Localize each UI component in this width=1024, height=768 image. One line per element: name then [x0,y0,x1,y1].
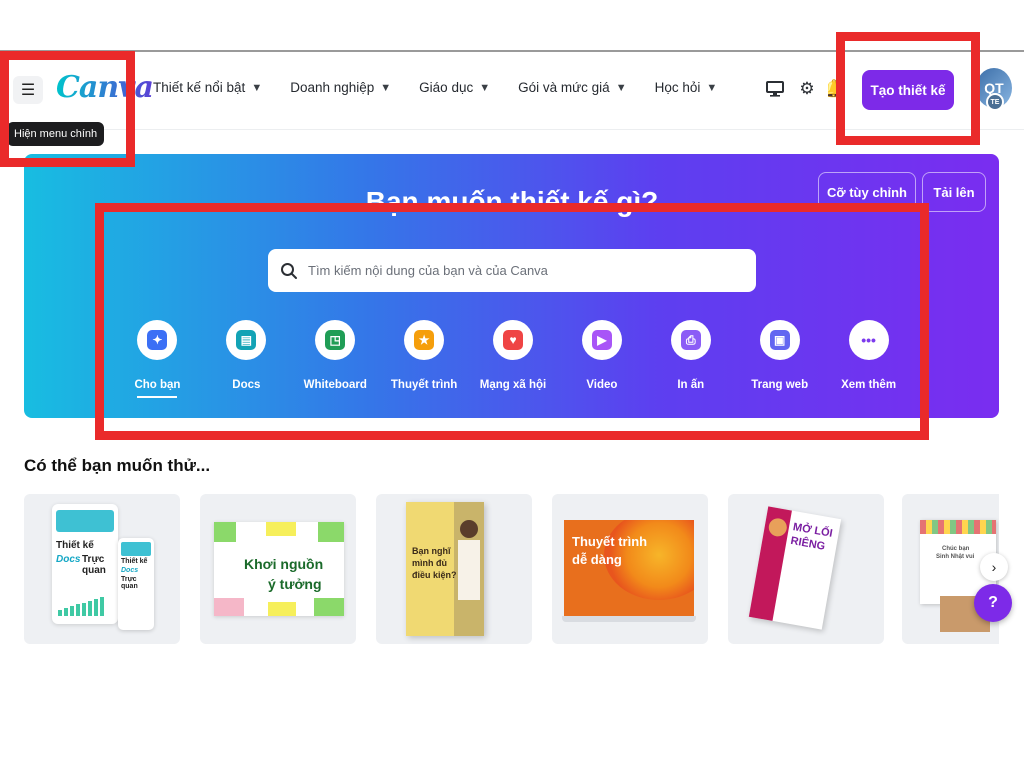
presentation-icon: ★ [414,330,435,350]
greeting-line: Sinh Nhật vui [936,554,975,560]
nav-learn[interactable]: Học hỏi ▼ [655,80,718,95]
help-button[interactable]: ? [974,584,1012,622]
doc-mobile: Thiết kế Docs Trực quan [118,538,154,630]
category-label: Mạng xã hội [479,379,547,391]
team-badge: TE [986,93,1004,111]
doc-line: Docs [56,554,81,565]
sparkle-icon: ✦ [147,330,168,350]
category-icon-circle: ▣ [759,320,800,360]
category-item[interactable]: ▶ Video [557,320,646,398]
nav-featured-designs[interactable]: Thiết kế nổi bật ▼ [153,80,262,95]
poster-line: điều kiện? [412,570,457,580]
presentation-slide: Thuyết trình dễ dàng [564,520,694,616]
nav-label: Học hỏi [654,80,701,95]
poster-line: Bạn nghĩ [412,546,451,556]
printer-icon: ⎙ [680,330,701,350]
category-label: In ấn [677,379,705,391]
chevron-down-icon: ▼ [251,81,263,94]
search-icon [281,262,297,279]
mobile-line: Trực quan [121,576,138,590]
whiteboard-line: Khơi nguồn [244,556,324,572]
highlight-menu-box [0,51,135,167]
whiteboard-sheet: Khơi nguồn ý tưởng [214,522,344,616]
mobile-line: Docs [121,567,139,574]
category-item[interactable]: ▣ Trang web [735,320,824,398]
upload-button[interactable]: Tải lên [922,172,986,212]
category-label: Whiteboard [303,379,367,391]
category-label: Video [586,379,618,391]
category-label: Thuyết trình [390,379,458,391]
category-icon-circle: ♥ [493,320,533,360]
suggestion-cards: Thiết kế Docs Trực quan Thiết kế Docs Tr… [24,494,999,646]
chevron-down-icon: ▼ [380,81,392,94]
category-icon-circle: ⎙ [670,320,711,360]
poster-line: mình đủ [412,558,447,568]
card-flyer[interactable]: MỞ LỐI RIÊNG [728,494,884,644]
greeting-line: Chúc bạn [942,546,970,552]
category-item[interactable]: ✦ Cho bạn [113,320,202,398]
heart-icon: ♥ [503,330,523,350]
suggestions-title: Có thể bạn muốn thử... [24,456,211,475]
selected-underline [137,396,178,398]
whiteboard-line: ý tưởng [268,576,322,592]
category-icon-circle: ▶ [581,320,622,360]
nav-label: Gói và mức giá [518,80,610,95]
highlight-create-box [836,32,980,145]
flyer-sheet: MỞ LỐI RIÊNG [748,506,842,630]
nav-label: Giáo dục [419,80,474,95]
doc-chart [58,597,104,616]
category-icon-circle: ✦ [137,320,178,360]
category-item[interactable]: ⎙ In ấn [646,320,735,398]
whiteboard-icon: ◳ [325,330,346,350]
card-whiteboard[interactable]: Khơi nguồn ý tưởng [200,494,356,644]
category-row: ✦ Cho bạn ▤ Docs ◳ Whiteboard ★ Thuyết trình ♥ Mạ… [113,320,913,398]
nav-label: Doanh nghiệp [290,80,375,95]
doc-line: Thiết kế [56,540,94,551]
nav-plans-pricing[interactable]: Gói và mức giá ▼ [518,80,626,95]
category-icon-circle: ★ [404,320,445,360]
category-item[interactable]: ★ Thuyết trình [380,320,469,398]
nav-label: Thiết kế nổi bật [153,80,246,95]
more-icon: ••• [861,332,876,348]
chevron-down-icon: ▼ [479,81,491,94]
presentation-line: dễ dàng [572,552,622,567]
poster-sheet: Bạn nghĩ mình đủ điều kiện? [406,502,484,636]
chevron-right-icon[interactable]: › [980,553,1008,581]
category-icon-circle: ◳ [315,320,356,360]
category-label: Cho bạn [134,379,181,391]
category-icon-circle: ▤ [226,320,267,360]
doc-header-image [56,510,114,532]
category-icon-circle: ••• [848,320,889,360]
mobile-header [121,542,151,556]
search-bar[interactable] [268,249,756,292]
chevron-down-icon: ▼ [615,81,627,94]
category-item[interactable]: ♥ Mạng xã hội [469,320,558,398]
chevron-down-icon: ▼ [706,81,718,94]
card-docs[interactable]: Thiết kế Docs Trực quan Thiết kế Docs Tr… [24,494,180,644]
video-icon: ▶ [591,330,612,350]
gear-icon[interactable]: ⚙ [796,78,818,100]
category-item[interactable]: ••• Xem thêm [824,320,913,398]
website-icon: ▣ [769,330,790,350]
nav-business[interactable]: Doanh nghiệp ▼ [290,80,391,95]
card-presentation[interactable]: Thuyết trình dễ dàng [552,494,708,644]
doc-line: Trực quan [82,554,106,576]
nav-education[interactable]: Giáo dục ▼ [419,80,490,95]
category-label: Docs [232,379,261,391]
main-nav: Thiết kế nổi bật ▼ Doanh nghiệp ▼ Giáo dục… [153,80,745,95]
presentation-line: Thuyết trình [572,534,648,549]
laptop-base [562,616,696,622]
doc-page: Thiết kế Docs Trực quan [52,504,118,624]
mobile-line: Thiết kế [121,558,148,565]
category-item[interactable]: ◳ Whiteboard [291,320,380,398]
docs-icon: ▤ [236,330,257,350]
desktop-icon[interactable] [764,78,786,100]
category-label: Xem thêm [841,379,897,391]
search-input[interactable] [308,263,728,278]
category-label: Trang web [751,379,809,391]
card-poster[interactable]: Bạn nghĩ mình đủ điều kiện? [376,494,532,644]
category-item[interactable]: ▤ Docs [202,320,291,398]
